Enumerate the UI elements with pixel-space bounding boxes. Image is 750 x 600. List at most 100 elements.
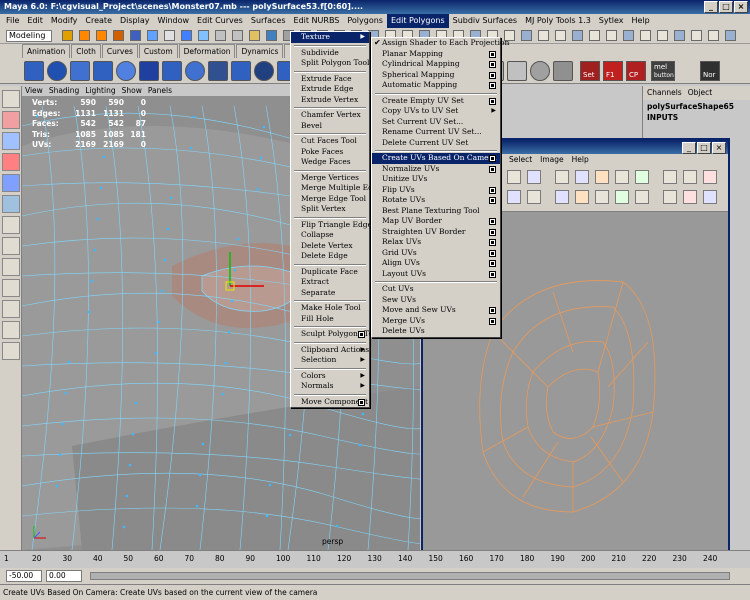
option-box-icon[interactable] xyxy=(489,82,496,89)
shelf-tab-custom[interactable]: Custom xyxy=(138,44,178,58)
tool-button[interactable] xyxy=(2,258,20,276)
menu-item-straighten-uv-border[interactable]: Straighten UV Border xyxy=(372,227,500,238)
menu-edit-nurbs[interactable]: Edit NURBS xyxy=(290,14,344,28)
menu-mj-poly-tools-1-3[interactable]: MJ Poly Tools 1.3 xyxy=(521,14,595,28)
menu-item-clipboard-actions[interactable]: Clipboard Actions ▶ xyxy=(291,345,369,356)
uv-menu-help[interactable]: Help xyxy=(568,154,593,166)
menu-item-split-vertex[interactable]: Split Vertex xyxy=(291,204,369,215)
status-tool-icon[interactable] xyxy=(62,30,73,41)
shelf-tool-icon[interactable] xyxy=(139,61,159,81)
menu-subdiv-surfaces[interactable]: Subdiv Surfaces xyxy=(449,14,521,28)
menu-item-fill-hole[interactable]: Fill Hole xyxy=(291,314,369,325)
current-time-field[interactable]: 0.00 xyxy=(46,570,82,582)
menu-item-duplicate-face[interactable]: Duplicate Face xyxy=(291,267,369,278)
menu-sytlex[interactable]: Sytlex xyxy=(595,14,628,28)
maximize-icon[interactable]: □ xyxy=(697,142,711,154)
option-box-icon[interactable] xyxy=(489,97,496,105)
shelf-tab-cloth[interactable]: Cloth xyxy=(71,44,101,58)
menu-item-copy-uvs-to-uv-set[interactable]: Copy UVs to UV Set ▶ xyxy=(372,106,500,117)
menu-item-delete-uvs[interactable]: Delete UVs xyxy=(372,326,500,337)
shelf-cp-button[interactable]: CP xyxy=(626,61,646,81)
menu-item-assign-shader-to-each-projection[interactable]: ✔ Assign Shader to Each Projection xyxy=(372,38,509,49)
shelf-tab-animation[interactable]: Animation xyxy=(22,44,71,58)
shelf-f1-button[interactable]: F1 xyxy=(603,61,623,81)
uv-tool-icon[interactable] xyxy=(635,190,649,204)
tool-button[interactable] xyxy=(2,153,20,171)
menu-item-delete-edge[interactable]: Delete Edge xyxy=(291,251,369,262)
status-tool-icon[interactable] xyxy=(164,30,175,41)
option-box-icon[interactable] xyxy=(489,71,496,79)
status-tool-icon[interactable] xyxy=(130,30,141,41)
uv-tool-icon[interactable] xyxy=(615,170,629,184)
menu-item-wedge-faces[interactable]: Wedge Faces xyxy=(291,157,369,168)
menu-item-make-hole-tool[interactable]: Make Hole Tool xyxy=(291,303,369,314)
tool-button[interactable] xyxy=(2,90,20,108)
tool-button[interactable] xyxy=(2,342,20,360)
viewport-menu-view[interactable]: View xyxy=(22,86,46,96)
viewport-menu-shading[interactable]: Shading xyxy=(46,86,82,96)
uv-tool-icon[interactable] xyxy=(703,170,717,184)
uv-tool-icon[interactable] xyxy=(663,190,677,204)
menu-item-best-plane-texturing-tool[interactable]: Best Plane Texturing Tool xyxy=(372,206,500,217)
menu-item-normalize-uvs[interactable]: Normalize UVs xyxy=(372,164,500,175)
menu-item-bevel[interactable]: Bevel xyxy=(291,121,369,132)
range-bar[interactable] xyxy=(90,572,730,580)
tool-button[interactable] xyxy=(2,237,20,255)
shelf-tool-icon[interactable] xyxy=(162,61,182,81)
uv-tool-icon[interactable] xyxy=(507,190,521,204)
menu-polygons[interactable]: Polygons xyxy=(343,14,387,28)
menu-item-extrude-edge[interactable]: Extrude Edge xyxy=(291,84,369,95)
status-tool-icon[interactable] xyxy=(708,30,719,41)
shelf-tool-icon[interactable] xyxy=(231,61,251,81)
menu-display[interactable]: Display xyxy=(116,14,154,28)
uv-tool-icon[interactable] xyxy=(595,190,609,204)
tool-button[interactable] xyxy=(2,216,20,234)
menu-edit-curves[interactable]: Edit Curves xyxy=(193,14,247,28)
viewport-menu-panels[interactable]: Panels xyxy=(145,86,175,96)
status-tool-icon[interactable] xyxy=(249,30,260,41)
tab-object[interactable]: Object xyxy=(688,86,712,100)
menu-item-sculpt-polygons-tool[interactable]: Sculpt Polygons Tool xyxy=(291,329,380,340)
shelf-tool-icon[interactable] xyxy=(208,61,228,81)
menu-item-flip-uvs[interactable]: Flip UVs xyxy=(372,185,500,196)
option-box-icon[interactable] xyxy=(358,331,365,338)
menu-item-sew-uvs[interactable]: Sew UVs xyxy=(372,295,500,306)
uv-tool-icon[interactable] xyxy=(555,190,569,204)
status-tool-icon[interactable] xyxy=(606,30,617,41)
menu-item-unitize-uvs[interactable]: Unitize UVs xyxy=(372,174,500,185)
menu-item-collapse[interactable]: Collapse xyxy=(291,230,369,241)
uv-tool-icon[interactable] xyxy=(615,190,629,204)
menu-edit-polygons[interactable]: Edit Polygons xyxy=(386,14,449,28)
menu-item-poke-faces[interactable]: Poke Faces xyxy=(291,147,369,158)
status-tool-icon[interactable] xyxy=(113,30,124,41)
shelf-tool-icon[interactable] xyxy=(553,61,573,81)
shelf-tab-dynamics[interactable]: Dynamics xyxy=(236,44,284,58)
option-box-icon[interactable] xyxy=(489,228,496,236)
minimize-icon[interactable]: _ xyxy=(704,1,718,13)
shelf-tab-curves[interactable]: Curves xyxy=(101,44,138,58)
menu-item-chamfer-vertex[interactable]: Chamfer Vertex xyxy=(291,110,369,121)
status-tool-icon[interactable] xyxy=(725,30,736,41)
status-tool-icon[interactable] xyxy=(572,30,583,41)
menu-item-merge-uvs[interactable]: Merge UVs xyxy=(372,316,500,327)
status-tool-icon[interactable] xyxy=(266,30,277,41)
status-tool-icon[interactable] xyxy=(215,30,226,41)
menu-help[interactable]: Help xyxy=(627,14,653,28)
tool-button[interactable] xyxy=(2,111,20,129)
status-tool-icon[interactable] xyxy=(657,30,668,41)
uv-menu-select[interactable]: Select xyxy=(505,154,536,166)
option-box-icon[interactable] xyxy=(489,239,496,246)
menu-item-planar-mapping[interactable]: Planar Mapping xyxy=(372,49,500,60)
option-box-icon[interactable] xyxy=(489,61,496,68)
uv-tool-icon[interactable] xyxy=(575,170,589,184)
shelf-tool-icon[interactable] xyxy=(70,61,90,81)
uv-tool-icon[interactable] xyxy=(527,170,541,184)
option-box-icon[interactable] xyxy=(489,155,496,162)
menu-item-create-uvs-based-on-camera[interactable]: Create UVs Based On Camera xyxy=(372,153,500,164)
menu-item-colors[interactable]: Colors ▶ xyxy=(291,371,369,382)
menu-item-set-current-uv-set[interactable]: Set Current UV Set... xyxy=(372,117,500,128)
uv-tool-icon[interactable] xyxy=(555,170,569,184)
shelf-tool-icon[interactable] xyxy=(530,61,550,81)
shelf-tool-icon[interactable] xyxy=(507,61,527,81)
tab-channels[interactable]: Channels xyxy=(647,86,682,100)
